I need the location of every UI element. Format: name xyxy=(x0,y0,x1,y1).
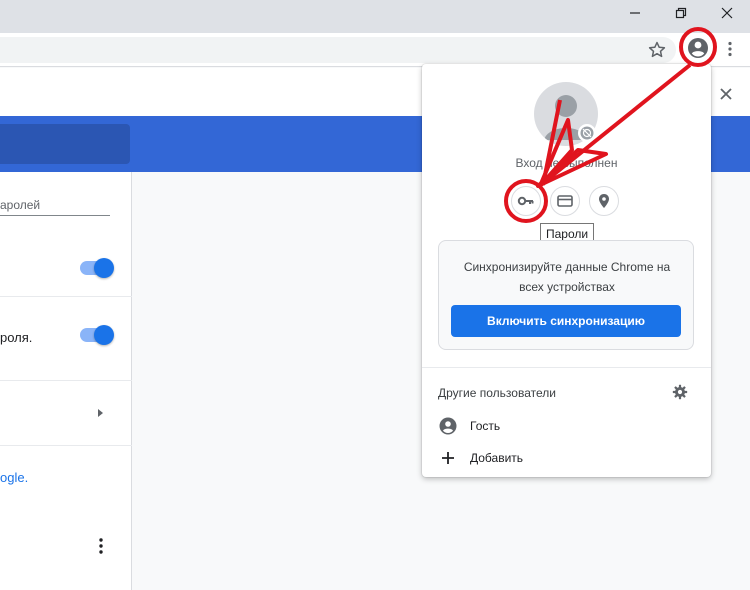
chrome-menu-button[interactable] xyxy=(720,36,740,62)
sync-promo: Синхронизируйте данные Chrome на всех ус… xyxy=(438,240,694,350)
offer-save-passwords-toggle[interactable] xyxy=(80,258,114,278)
search-underline xyxy=(0,215,110,216)
close-icon[interactable] xyxy=(716,84,736,104)
divider xyxy=(422,367,711,368)
key-icon xyxy=(517,196,534,206)
account-circle-icon xyxy=(688,38,708,58)
settings-search-field[interactable] xyxy=(0,124,130,164)
close-icon xyxy=(721,7,733,19)
add-user-label: Добавить xyxy=(470,451,524,465)
guest-icon xyxy=(439,417,457,435)
window-title-bar xyxy=(0,0,750,33)
profile-button[interactable] xyxy=(683,33,713,63)
profile-menu: Вход не выполнен Пароли Синхронизируйте … xyxy=(422,64,711,477)
auto-signin-toggle[interactable] xyxy=(80,325,114,345)
more-vert-icon[interactable] xyxy=(95,536,107,556)
password-search-placeholder: аролей xyxy=(0,198,41,212)
passwords-button[interactable] xyxy=(511,186,541,216)
other-users-label: Другие пользователи xyxy=(438,386,556,400)
credit-card-icon xyxy=(557,195,573,207)
more-vert-icon xyxy=(728,41,732,57)
sync-off-icon xyxy=(580,126,594,140)
minimize-button[interactable] xyxy=(612,0,658,26)
sync-paused-badge xyxy=(578,124,596,142)
gear-icon[interactable] xyxy=(672,384,688,400)
location-pin-icon xyxy=(599,194,609,208)
divider xyxy=(0,445,132,446)
turn-on-sync-button[interactable]: Включить синхронизацию xyxy=(451,305,681,337)
auto-signin-description: роля. xyxy=(0,330,33,345)
divider xyxy=(0,296,132,297)
settings-card: аролей роля. ogle. xyxy=(0,172,132,590)
guest-user-item[interactable]: Гость xyxy=(438,412,688,440)
add-user-item[interactable]: Добавить xyxy=(438,444,688,472)
add-icon xyxy=(442,452,454,464)
divider xyxy=(0,380,132,381)
bookmark-star-icon[interactable] xyxy=(647,40,667,60)
guest-user-label: Гость xyxy=(470,419,501,433)
sync-promo-text: Синхронизируйте данные Chrome на всех ус… xyxy=(463,260,671,294)
address-bar[interactable] xyxy=(0,37,676,63)
chevron-right-icon[interactable] xyxy=(98,409,103,417)
addresses-button[interactable] xyxy=(589,186,619,216)
restore-icon xyxy=(675,7,687,19)
browser-toolbar xyxy=(0,33,750,67)
payment-methods-button[interactable] xyxy=(550,186,580,216)
minimize-icon xyxy=(630,12,640,14)
google-account-link[interactable]: ogle. xyxy=(0,470,28,485)
close-window-button[interactable] xyxy=(704,0,750,26)
signin-status: Вход не выполнен xyxy=(515,156,618,170)
restore-button[interactable] xyxy=(658,0,704,26)
